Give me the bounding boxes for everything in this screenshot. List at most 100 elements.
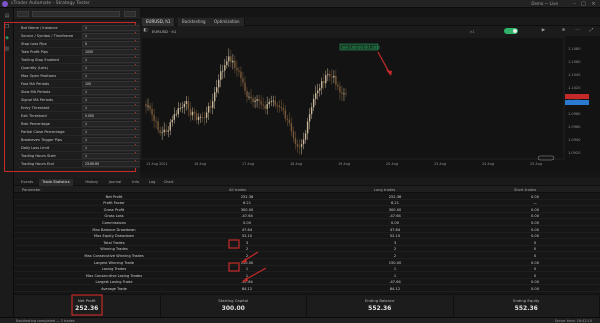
table-row: Max Equity Drawdown 52.10 52.10 0.00: [14, 233, 600, 240]
summary-value: 552.36: [368, 305, 392, 312]
bottom-tab[interactable]: Info: [129, 179, 142, 186]
header-all-trades: All trades: [229, 187, 247, 192]
visual-mode-toggle[interactable]: [504, 28, 518, 34]
parameter-input[interactable]: [82, 129, 146, 135]
parameter-input[interactable]: [82, 41, 146, 47]
parameter-input[interactable]: [82, 89, 146, 95]
table-row: Max Consecutive Losing Trades 1 1 0: [14, 272, 600, 279]
bottom-tab[interactable]: Journal: [106, 179, 124, 186]
app-logo-icon: [2, 1, 8, 7]
time-tick-label: 19 Aug: [338, 162, 350, 166]
more-icon[interactable]: ⋯: [574, 28, 581, 34]
tab-chart[interactable]: EURUSD, h1: [142, 18, 176, 26]
candle-body: [240, 71, 242, 79]
candle-body: [274, 100, 276, 106]
parameter-input[interactable]: [82, 145, 146, 151]
parameter-label: Slow MA Periods: [21, 90, 51, 94]
bot-selector[interactable]: [17, 11, 29, 17]
parameter-label: Trading Hours End: [21, 162, 54, 166]
price-tick-label: 1.1060: [568, 60, 581, 64]
candle-body: [167, 130, 169, 132]
maximize-button[interactable]: □: [580, 1, 587, 7]
candle-body: [207, 106, 210, 113]
cell-all-trades: 3: [245, 240, 249, 245]
parameter-input[interactable]: [82, 49, 146, 55]
fullscreen-icon[interactable]: ⤢: [588, 28, 595, 34]
parameter-input[interactable]: [82, 25, 146, 31]
candle-body: [294, 138, 297, 144]
cell-long-trades: 2: [393, 247, 397, 252]
candle-body: [218, 79, 220, 88]
candle-body: [189, 108, 192, 116]
row-label: Max Equity Drawdown: [93, 234, 135, 239]
results-tab-bar: Events Trade Statistics History Journal Info…: [14, 178, 600, 186]
close-button[interactable]: ×: [590, 1, 597, 7]
parameter-input[interactable]: [82, 153, 146, 159]
instance-dropdown[interactable]: [32, 11, 120, 17]
candle-body: [262, 104, 264, 106]
candle-body: [171, 119, 173, 123]
parameter-input[interactable]: [82, 137, 146, 143]
parameter-input[interactable]: [82, 97, 146, 103]
parameter-label: Exit Threshold: [21, 114, 47, 118]
parameter-input[interactable]: [82, 161, 146, 167]
candle-body: [216, 87, 218, 93]
row-label: Largest Winning Trade: [93, 260, 135, 265]
row-label: Net Profit: [105, 194, 123, 199]
account-indicator[interactable]: Demo — Live: [531, 1, 558, 6]
candle-body: [266, 104, 268, 109]
parameter-input[interactable]: [82, 65, 146, 71]
zoom-icon[interactable]: ⊕: [560, 28, 567, 34]
candle-body: [260, 101, 262, 105]
minimize-button[interactable]: –: [571, 1, 578, 7]
parameter-input[interactable]: [82, 81, 146, 87]
candle-body: [195, 113, 198, 121]
parameter-input[interactable]: [82, 113, 146, 119]
cell-short-trades: 0.00: [530, 234, 539, 239]
candle-body: [270, 101, 272, 102]
candle-body: [300, 144, 303, 147]
cell-all-trades: 1: [245, 273, 249, 278]
candle-body: [169, 122, 171, 131]
cell-all-trades: -47.64: [241, 214, 253, 219]
tab-optimization[interactable]: Optimization: [210, 18, 245, 26]
candle-body: [343, 93, 345, 95]
parameter-row: Trailing Stop Enabled: [19, 56, 147, 64]
tab-backtesting[interactable]: Backtesting: [178, 18, 211, 26]
candle-body: [177, 108, 180, 115]
table-row: Max Consecutive Winning Trades 2 2 0: [14, 252, 600, 259]
candle-body: [149, 105, 151, 109]
candle-body: [197, 116, 200, 121]
row-label: Max Consecutive Losing Trades: [85, 273, 143, 278]
parameter-input[interactable]: [82, 121, 146, 127]
trade-icon[interactable]: ▤: [3, 13, 11, 20]
parameter-label: Take Profit Pips: [21, 50, 48, 54]
bottom-tab[interactable]: Chart: [161, 179, 177, 186]
candle-body: [304, 133, 307, 140]
candle-body: [193, 111, 196, 114]
timeframe-label[interactable]: h1: [470, 29, 475, 34]
candle-body: [335, 75, 337, 85]
bottom-tab[interactable]: Trade Statistics: [39, 179, 73, 186]
chart-mode-icon[interactable]: ◧: [142, 28, 149, 34]
parameter-input[interactable]: [82, 73, 146, 79]
candle-body: [329, 74, 331, 77]
parameter-input[interactable]: [82, 57, 146, 63]
play-icon[interactable]: ▶: [540, 28, 547, 34]
price-chart[interactable]: 1.10801.10601.10401.10201.10001.09801.09…: [140, 36, 600, 172]
candle-body: [211, 101, 214, 108]
scroll-marker: [537, 155, 555, 161]
bottom-tab[interactable]: History: [82, 179, 101, 186]
candle-body: [331, 76, 333, 78]
candle-body: [280, 107, 283, 109]
table-row: Average Trade 84.12 84.12 0.00: [14, 285, 600, 292]
parameter-input[interactable]: [82, 105, 146, 111]
parameter-row: Stop Loss Pips: [19, 40, 147, 48]
parameter-row: Bot Name / Instance: [19, 24, 147, 32]
time-tick-label: 18 Aug: [290, 162, 302, 166]
bottom-tab[interactable]: Events: [18, 179, 36, 186]
candle-body: [191, 111, 194, 116]
settings-icon[interactable]: [124, 11, 136, 17]
parameter-input[interactable]: [82, 33, 146, 39]
bottom-tab[interactable]: Log: [146, 179, 158, 186]
